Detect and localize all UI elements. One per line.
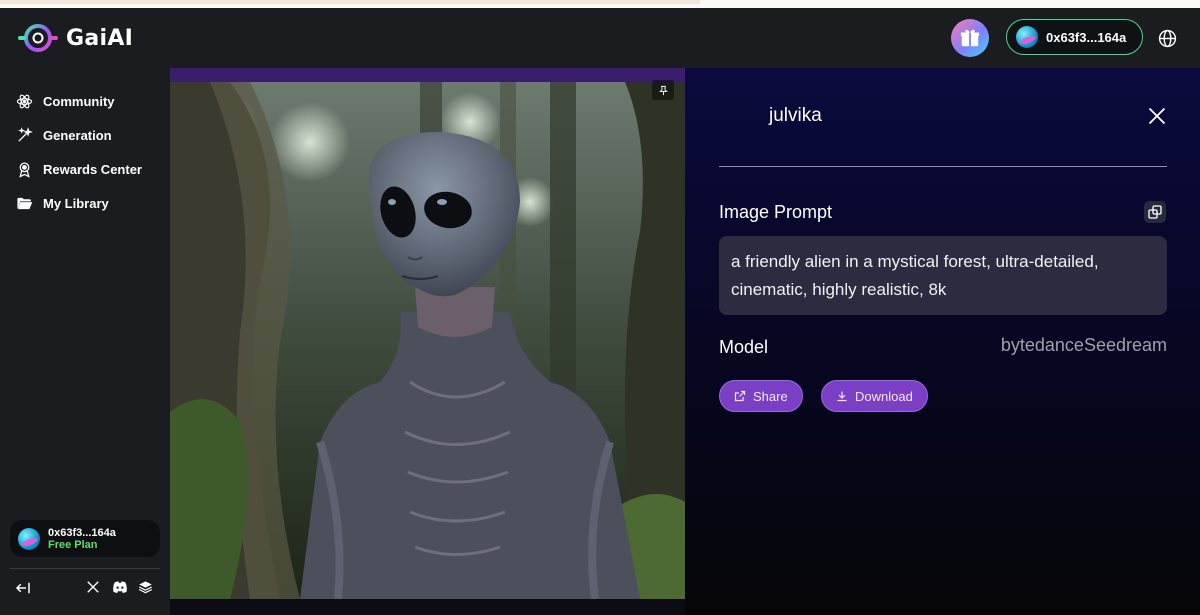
model-value: bytedanceSeedream xyxy=(1000,335,1167,355)
pin-icon xyxy=(658,85,668,95)
logo[interactable]: GaiAI xyxy=(18,22,133,54)
download-button[interactable]: Download xyxy=(821,380,928,412)
sidebar-item-label: Generation xyxy=(43,128,112,143)
sidebar-item-community[interactable]: Community xyxy=(16,93,115,110)
image-panel-topbar xyxy=(170,68,685,82)
share-label: Share xyxy=(753,388,788,404)
creator-username[interactable]: julvika xyxy=(769,105,822,127)
sidebar-item-my-library[interactable]: My Library xyxy=(16,195,109,212)
prompt-text: a friendly alien in a mystical forest, u… xyxy=(719,236,1167,315)
sidebar-item-label: My Library xyxy=(43,196,109,211)
user-card[interactable]: 0x63f3...164a Free Plan xyxy=(10,520,160,557)
discord-link[interactable] xyxy=(112,580,128,594)
divider xyxy=(719,166,1167,167)
sidebar-item-rewards-center[interactable]: Rewards Center xyxy=(16,161,142,178)
user-plan-badge: Free Plan xyxy=(48,538,98,551)
download-icon xyxy=(837,391,847,402)
wallet-address: 0x63f3...164a xyxy=(1046,29,1127,45)
main-content: julvika Image Prompt a friendly alien in… xyxy=(170,68,1200,615)
folder-open-icon xyxy=(17,197,33,210)
collapse-sidebar-button[interactable] xyxy=(14,580,32,596)
brand-name: GaiAI xyxy=(66,25,134,51)
wallet-avatar xyxy=(1016,26,1038,48)
collapse-sidebar-icon xyxy=(15,582,30,594)
globe-icon[interactable] xyxy=(1158,29,1177,48)
docs-link[interactable] xyxy=(138,580,153,594)
gift-button[interactable] xyxy=(951,19,989,57)
user-avatar xyxy=(18,527,40,550)
gaiai-logo-icon xyxy=(18,24,58,52)
atom-icon xyxy=(16,94,33,109)
discord-icon xyxy=(113,581,127,593)
magic-wand-icon xyxy=(17,127,33,142)
browser-top-strip xyxy=(0,0,1200,8)
close-icon[interactable] xyxy=(1147,106,1167,126)
sidebar-item-label: Community xyxy=(43,94,115,109)
image-panel xyxy=(170,68,685,599)
sidebar-divider xyxy=(10,568,160,569)
share-button[interactable]: Share xyxy=(719,380,803,412)
award-ribbon-icon xyxy=(19,162,30,178)
copy-prompt-button[interactable] xyxy=(1144,201,1166,223)
wallet-button[interactable]: 0x63f3...164a xyxy=(1006,19,1143,55)
docs-stack-icon xyxy=(138,581,153,594)
loading-bar xyxy=(0,0,700,4)
sidebar-item-generation[interactable]: Generation xyxy=(16,127,112,144)
user-address: 0x63f3...164a xyxy=(48,526,116,539)
x-twitter-link[interactable] xyxy=(86,580,100,594)
external-link-icon xyxy=(734,390,746,402)
copy-icon xyxy=(1148,205,1162,219)
top-header: GaiAI 0x63f3...164a xyxy=(0,8,1200,68)
detail-panel: julvika Image Prompt a friendly alien in… xyxy=(685,68,1200,615)
prompt-label: Image Prompt xyxy=(719,202,833,222)
pin-button[interactable] xyxy=(652,80,674,100)
model-label: Model xyxy=(719,337,769,357)
sidebar-item-label: Rewards Center xyxy=(43,162,142,177)
sidebar: Community Generation Rewards Center My L… xyxy=(0,68,170,615)
gift-icon xyxy=(960,29,980,47)
download-label: Download xyxy=(855,388,913,404)
x-twitter-icon xyxy=(87,581,99,593)
generated-image[interactable] xyxy=(170,82,685,599)
